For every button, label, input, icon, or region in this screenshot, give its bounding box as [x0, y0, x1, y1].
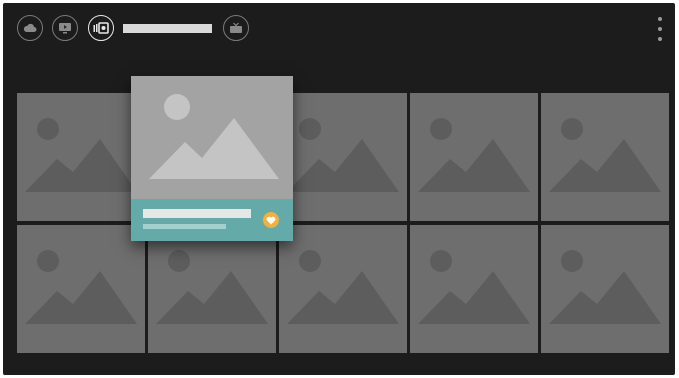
more-options-button[interactable]	[655, 17, 665, 41]
photo-library-button[interactable]	[88, 15, 114, 41]
media-player-button[interactable]	[52, 15, 78, 41]
image-placeholder-icon	[156, 250, 268, 324]
focused-photo-info-bar	[131, 199, 293, 241]
tv-button[interactable]	[223, 15, 249, 41]
image-placeholder-icon	[549, 118, 661, 192]
top-bar	[3, 3, 675, 59]
image-placeholder-icon	[418, 118, 530, 192]
image-placeholder-icon	[549, 250, 661, 324]
photo-title	[143, 209, 251, 218]
image-placeholder-icon	[25, 250, 137, 324]
focused-photo-thumbnail	[131, 76, 293, 199]
photo-tile[interactable]	[148, 225, 276, 353]
photo-tile[interactable]	[541, 93, 669, 221]
focused-photo-card[interactable]	[131, 76, 293, 241]
photo-tile[interactable]	[410, 93, 538, 221]
app-window	[3, 3, 675, 375]
page-title-text	[123, 24, 124, 25]
more-dot-icon	[658, 37, 662, 41]
photo-tile[interactable]	[17, 225, 145, 353]
image-placeholder-icon	[418, 250, 530, 324]
cloud-button[interactable]	[17, 15, 43, 41]
photo-library-icon	[93, 22, 109, 34]
photo-tile[interactable]	[541, 225, 669, 353]
cloud-icon	[23, 23, 37, 32]
photo-tile[interactable]	[279, 225, 407, 353]
image-placeholder-icon	[287, 118, 399, 192]
image-placeholder-icon	[287, 250, 399, 324]
page-title	[123, 24, 212, 33]
media-player-icon	[59, 23, 71, 34]
photo-subtitle	[143, 224, 226, 229]
heart-icon	[266, 216, 276, 224]
photo-tile[interactable]	[279, 93, 407, 221]
more-dot-icon	[658, 27, 662, 31]
favorite-badge[interactable]	[263, 212, 279, 228]
image-placeholder-icon	[149, 94, 279, 179]
tv-icon	[230, 22, 242, 33]
photo-tile[interactable]	[410, 225, 538, 353]
photo-tile[interactable]	[17, 93, 145, 221]
image-placeholder-icon	[25, 118, 137, 192]
more-dot-icon	[658, 17, 662, 21]
